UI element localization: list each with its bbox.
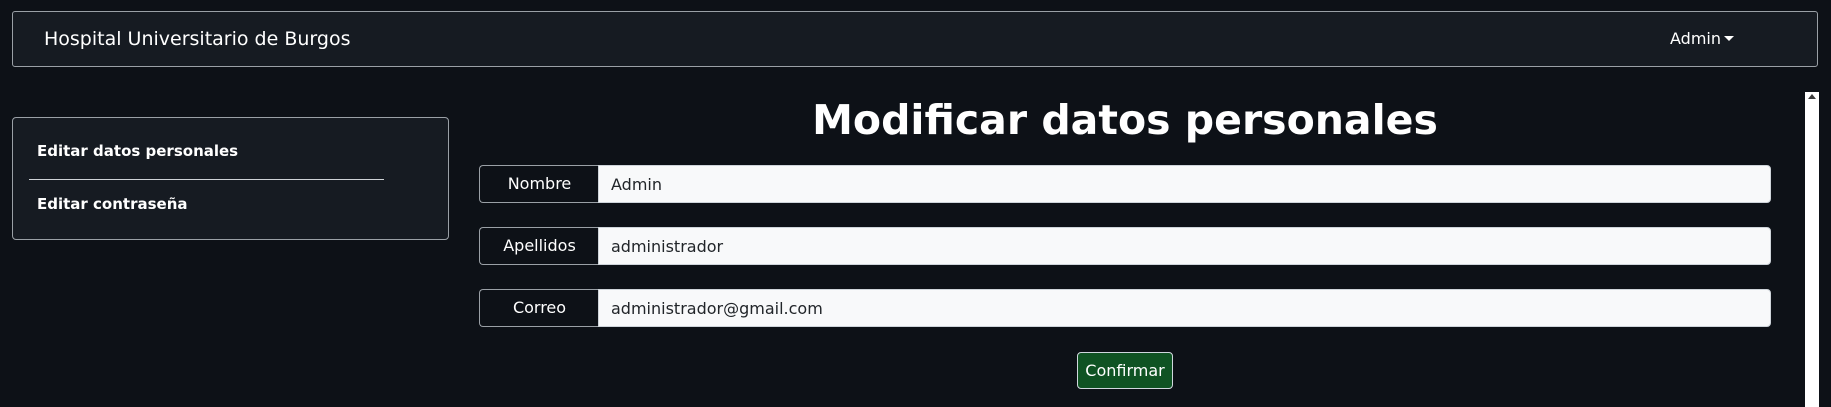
user-menu-label: Admin — [1670, 29, 1721, 48]
name-input[interactable] — [598, 165, 1771, 203]
sidebar-divider — [29, 179, 384, 180]
page-scrollbar[interactable] — [1805, 92, 1819, 407]
surname-field-group: Apellidos — [479, 227, 1771, 265]
sidebar-item-edit-password[interactable]: Editar contraseña — [37, 195, 188, 213]
email-field-group: Correo — [479, 289, 1771, 327]
chevron-down-icon — [1724, 36, 1734, 41]
name-label: Nombre — [479, 165, 599, 203]
confirm-button[interactable]: Confirmar — [1077, 352, 1173, 389]
email-input[interactable] — [598, 289, 1771, 327]
email-label: Correo — [479, 289, 599, 327]
surname-input[interactable] — [598, 227, 1771, 265]
name-field-group: Nombre — [479, 165, 1771, 203]
sidebar: Editar datos personales Editar contraseñ… — [12, 117, 449, 240]
top-navbar: Hospital Universitario de Burgos Admin — [12, 11, 1818, 67]
page-title: Modificar datos personales — [812, 96, 1438, 144]
user-menu-dropdown[interactable]: Admin — [1670, 12, 1734, 66]
brand-title[interactable]: Hospital Universitario de Burgos — [44, 12, 351, 66]
sidebar-item-edit-personal-data[interactable]: Editar datos personales — [37, 142, 238, 160]
scroll-up-arrow-icon[interactable] — [1808, 94, 1816, 99]
surname-label: Apellidos — [479, 227, 599, 265]
